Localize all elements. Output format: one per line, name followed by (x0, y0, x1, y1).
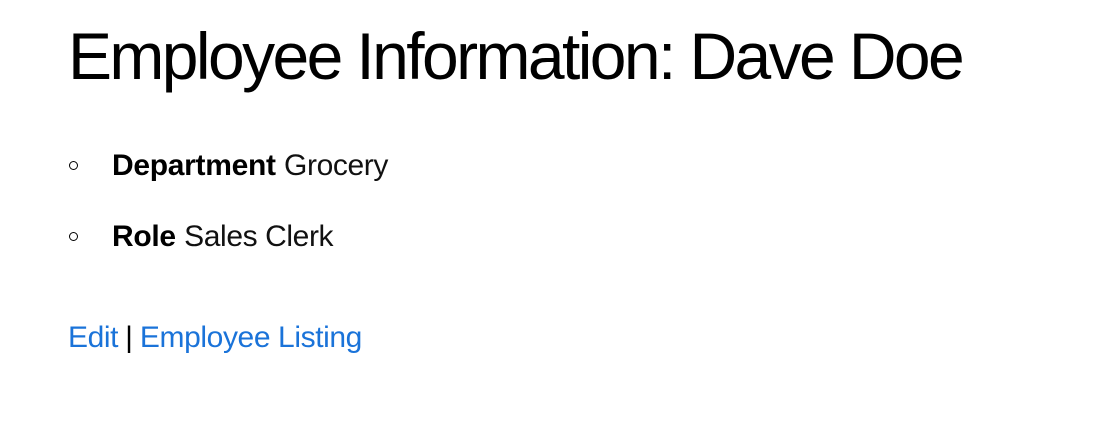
detail-label-role: Role (112, 220, 176, 253)
link-separator: | (125, 321, 133, 354)
detail-value-department: Grocery (284, 149, 388, 182)
detail-label-department: Department (112, 149, 276, 182)
detail-department: Department Grocery (68, 140, 388, 192)
employee-details-list: Department Grocery Role Sales Clerk (68, 140, 388, 282)
edit-link[interactable]: Edit (68, 321, 119, 354)
employee-listing-link[interactable]: Employee Listing (140, 321, 362, 354)
circle-bullet-icon (69, 161, 78, 170)
detail-value-role: Sales Clerk (184, 220, 334, 253)
action-links: Edit | Employee Listing (68, 315, 362, 361)
circle-bullet-icon (69, 232, 78, 241)
page-title: Employee Information: Dave Doe (68, 19, 965, 93)
employee-details-page: Employee Information: Dave Doe Departmen… (68, 0, 1094, 426)
detail-role: Role Sales Clerk (68, 211, 388, 263)
